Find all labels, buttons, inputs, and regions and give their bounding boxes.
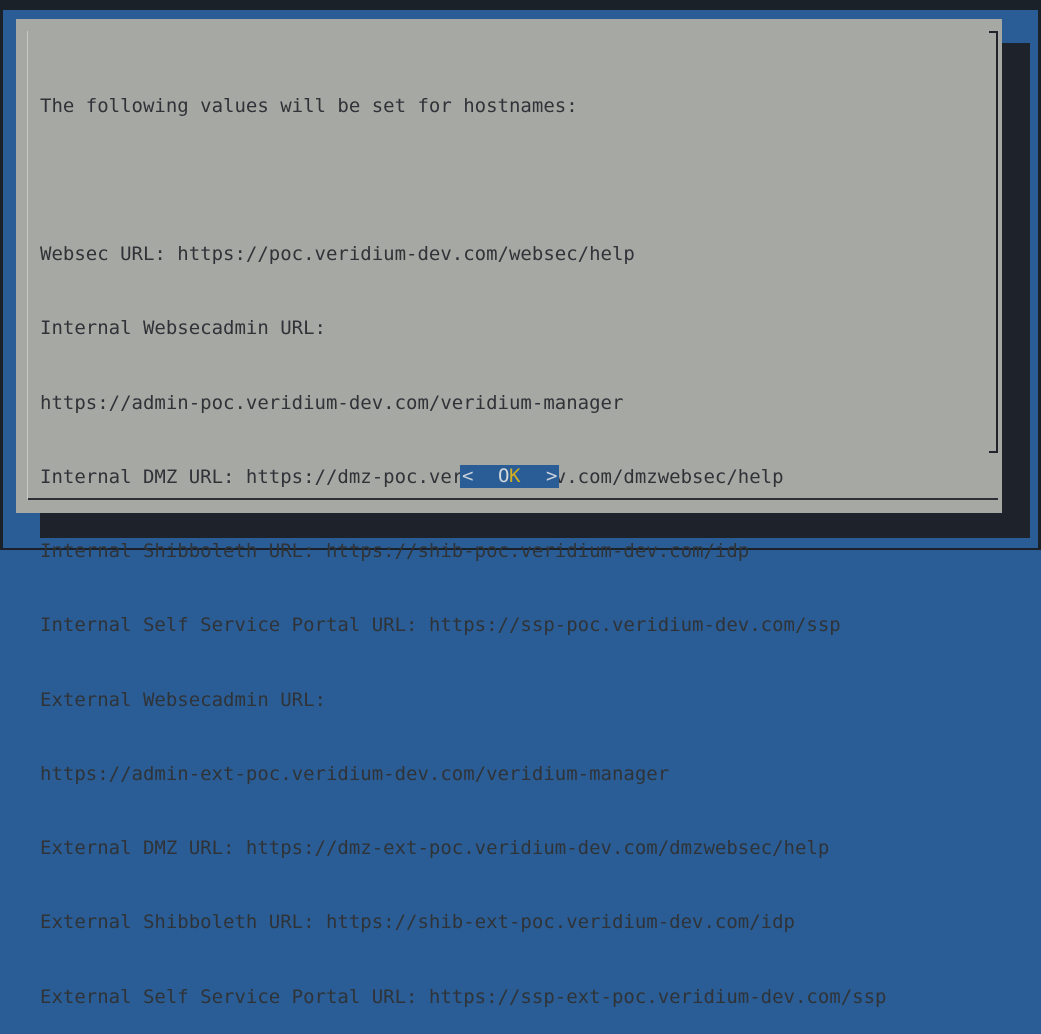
dialog-border-right [996, 31, 998, 452]
message-line: Internal Self Service Portal URL: https:… [40, 614, 841, 637]
dialog-shadow-right [1002, 43, 1030, 538]
ok-button-right-bracket: > [546, 465, 558, 487]
dialog-border-corner-top [989, 31, 998, 33]
message-line: https://admin-ext-poc.veridium-dev.com/v… [40, 762, 670, 785]
terminal-top-frame [0, 0, 1041, 10]
message-line: External Self Service Portal URL: https:… [40, 985, 887, 1008]
dialog-border-corner-bottom [989, 451, 998, 453]
dialog-message: The following values will be set for hos… [40, 44, 980, 1034]
terminal-left-frame [0, 10, 3, 548]
message-line: The following values will be set for hos… [40, 94, 578, 117]
message-line: External Websecadmin URL: [40, 688, 326, 711]
ok-button-label: O [498, 465, 510, 487]
message-line: External DMZ URL: https://dmz-ext-poc.ve… [40, 837, 830, 859]
ok-button[interactable]: < O K > [460, 465, 559, 488]
message-line: Websec URL: https://poc.veridium-dev.com… [40, 243, 635, 265]
message-line: Internal Websecadmin URL: [40, 317, 326, 340]
message-line [40, 168, 980, 193]
ok-button-hotkey: K [509, 465, 521, 487]
dialog-border-left [27, 31, 28, 499]
message-line: https://admin-poc.veridium-dev.com/verid… [40, 391, 624, 414]
message-line: External Shibboleth URL: https://shib-ex… [40, 911, 795, 934]
message-line: Internal Shibboleth URL: https://shib-po… [40, 540, 750, 562]
ok-button-left-bracket: < [462, 465, 474, 487]
